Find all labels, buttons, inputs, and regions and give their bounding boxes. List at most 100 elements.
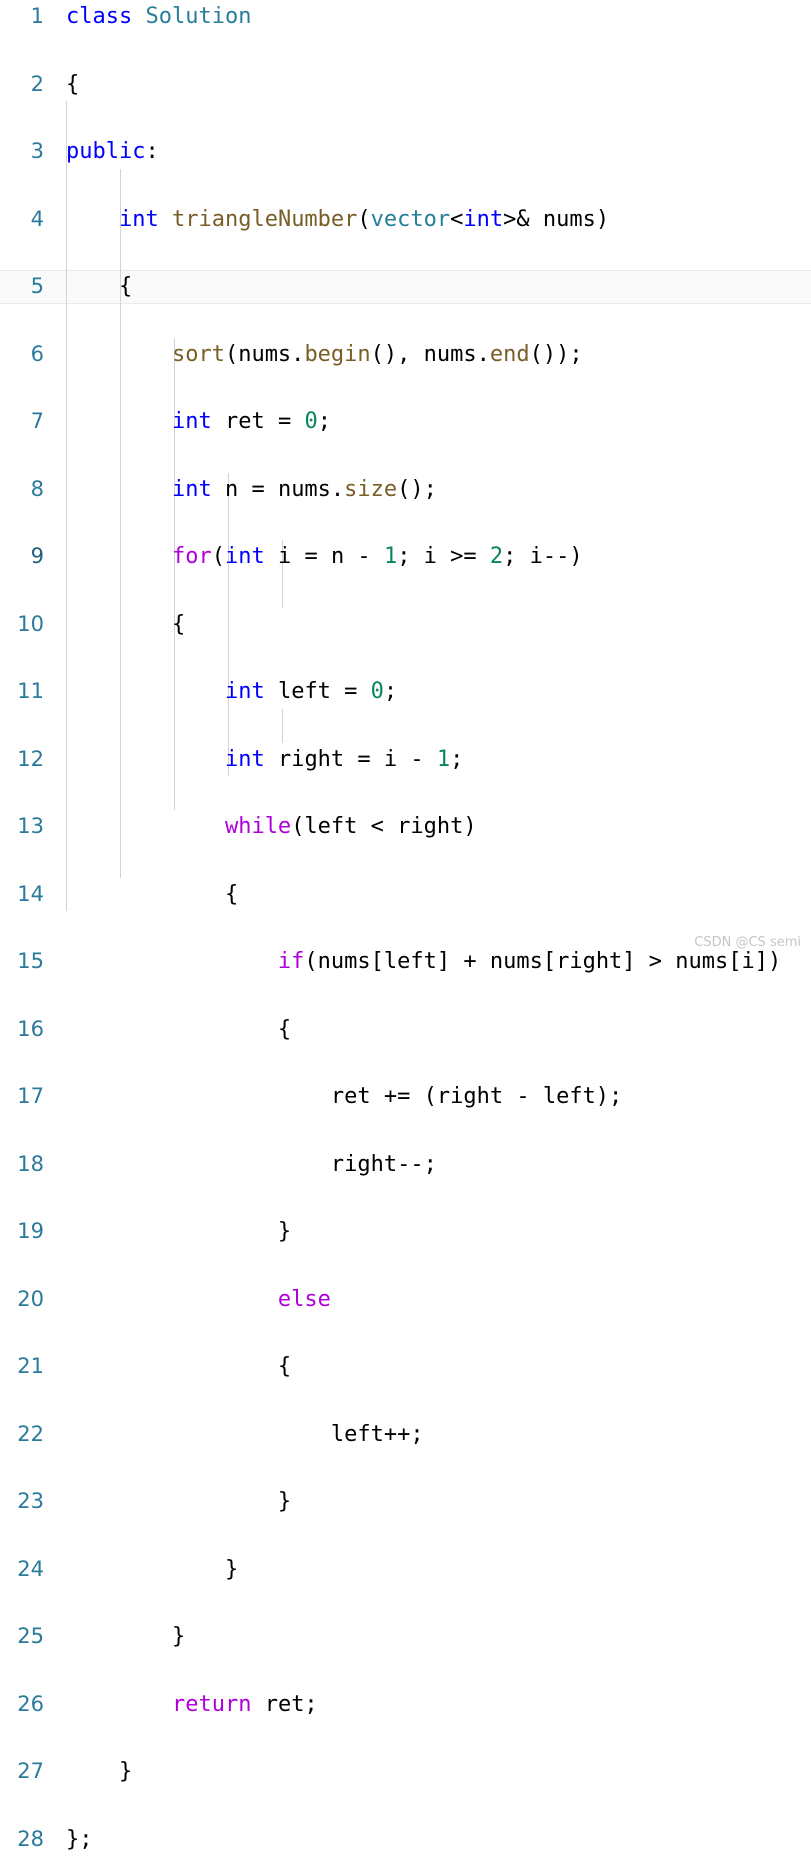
line-number: 13 [0, 810, 44, 844]
line-source[interactable]: int n = nums.size(); [66, 473, 437, 507]
code-token: int [463, 207, 503, 232]
code-line[interactable]: 27 } [0, 1755, 811, 1789]
code-token: right = i - [265, 747, 437, 772]
code-token: ; [318, 409, 331, 434]
code-line[interactable]: 15 if(nums[left] + nums[right] > nums[i]… [0, 945, 811, 979]
code-line[interactable]: 22 left++; [0, 1418, 811, 1452]
code-line[interactable]: 10 { [0, 608, 811, 642]
code-token: public [66, 139, 145, 164]
code-line[interactable]: 9 for(int i = n - 1; i >= 2; i--) [0, 540, 811, 574]
line-source[interactable]: public: [66, 135, 159, 169]
line-source[interactable]: int ret = 0; [66, 405, 331, 439]
code-line[interactable]: 24 } [0, 1553, 811, 1587]
line-source[interactable]: while(left < right) [66, 810, 477, 844]
line-number: 16 [0, 1013, 44, 1047]
code-token: right--; [66, 1152, 437, 1177]
code-token: int [172, 409, 212, 434]
line-source[interactable]: class Solution [66, 0, 251, 34]
code-line[interactable]: 13 while(left < right) [0, 810, 811, 844]
code-line[interactable]: 28}; [0, 1823, 811, 1856]
line-number: 5 [0, 270, 44, 304]
line-source[interactable]: else [66, 1283, 331, 1317]
code-line[interactable]: 12 int right = i - 1; [0, 743, 811, 777]
line-source[interactable]: } [66, 1620, 185, 1654]
line-source[interactable]: right--; [66, 1148, 437, 1182]
code-token: size [344, 477, 397, 502]
code-token [66, 1287, 278, 1312]
code-token: (), nums. [371, 342, 490, 367]
code-line[interactable]: 8 int n = nums.size(); [0, 473, 811, 507]
line-source[interactable]: return ret; [66, 1688, 318, 1722]
line-number: 8 [0, 473, 44, 507]
code-token: 0 [371, 679, 384, 704]
line-source[interactable]: left++; [66, 1418, 424, 1452]
line-number: 24 [0, 1553, 44, 1587]
code-token: ; [384, 679, 397, 704]
line-source[interactable]: ret += (right - left); [66, 1080, 622, 1114]
code-token: : [145, 139, 158, 164]
code-token [66, 207, 119, 232]
line-number: 25 [0, 1620, 44, 1654]
line-source[interactable]: } [66, 1755, 132, 1789]
line-number: 4 [0, 203, 44, 237]
line-source[interactable]: int left = 0; [66, 675, 397, 709]
line-source[interactable]: }; [66, 1823, 93, 1856]
line-number: 11 [0, 675, 44, 709]
code-line[interactable]: 25 } [0, 1620, 811, 1654]
code-line[interactable]: 18 right--; [0, 1148, 811, 1182]
line-source[interactable]: { [66, 270, 132, 304]
code-line[interactable]: 6 sort(nums.begin(), nums.end()); [0, 338, 811, 372]
code-line[interactable]: 21 { [0, 1350, 811, 1384]
code-line[interactable]: 23 } [0, 1485, 811, 1519]
code-line[interactable]: 5 { [0, 270, 811, 304]
line-number: 21 [0, 1350, 44, 1384]
code-line[interactable]: 3public: [0, 135, 811, 169]
line-source[interactable]: } [66, 1215, 291, 1249]
code-token [66, 1692, 172, 1717]
code-token: (nums[left] + nums[right] > nums[i]) [304, 949, 781, 974]
code-line[interactable]: 1 class Solution [0, 0, 811, 34]
line-source[interactable]: { [66, 1013, 291, 1047]
line-source[interactable]: if(nums[left] + nums[right] > nums[i]) [66, 945, 781, 979]
line-source[interactable]: int triangleNumber(vector<int>& nums) [66, 203, 609, 237]
code-token: { [66, 1354, 291, 1379]
line-number: 1 [0, 0, 44, 34]
code-line[interactable]: 16 { [0, 1013, 811, 1047]
code-token: return [172, 1692, 251, 1717]
code-token: { [66, 1017, 291, 1042]
line-source[interactable]: } [66, 1485, 291, 1519]
code-token: begin [304, 342, 370, 367]
line-source[interactable]: { [66, 878, 238, 912]
code-token: } [66, 1759, 132, 1784]
line-number: 6 [0, 338, 44, 372]
code-token: 0 [304, 409, 317, 434]
line-source[interactable]: { [66, 608, 185, 642]
code-line[interactable]: 14 { [0, 878, 811, 912]
code-line[interactable]: 17 ret += (right - left); [0, 1080, 811, 1114]
code-token [66, 949, 278, 974]
line-number: 18 [0, 1148, 44, 1182]
code-token: triangleNumber [172, 207, 357, 232]
code-line[interactable]: 19 } [0, 1215, 811, 1249]
code-token: left = [265, 679, 371, 704]
code-line[interactable]: 4 int triangleNumber(vector<int>& nums) [0, 203, 811, 237]
code-line[interactable]: 11 int left = 0; [0, 675, 811, 709]
line-source[interactable]: { [66, 1350, 291, 1384]
code-token [132, 4, 145, 29]
code-line[interactable]: 20 else [0, 1283, 811, 1317]
code-token: 1 [437, 747, 450, 772]
line-source[interactable]: int right = i - 1; [66, 743, 463, 777]
line-source[interactable]: { [66, 68, 79, 102]
code-editor[interactable]: 1 class Solution 2{ 3public: 4 int triangleN… [0, 0, 811, 958]
line-source[interactable]: } [66, 1553, 238, 1587]
code-token [66, 679, 225, 704]
line-source[interactable]: sort(nums.begin(), nums.end()); [66, 338, 583, 372]
code-line[interactable]: 7 int ret = 0; [0, 405, 811, 439]
code-token [66, 747, 225, 772]
code-token: (left < right) [291, 814, 476, 839]
line-number: 23 [0, 1485, 44, 1519]
line-source[interactable]: for(int i = n - 1; i >= 2; i--) [66, 540, 583, 574]
code-line[interactable]: 2{ [0, 68, 811, 102]
code-token: { [66, 274, 132, 299]
code-line[interactable]: 26 return ret; [0, 1688, 811, 1722]
